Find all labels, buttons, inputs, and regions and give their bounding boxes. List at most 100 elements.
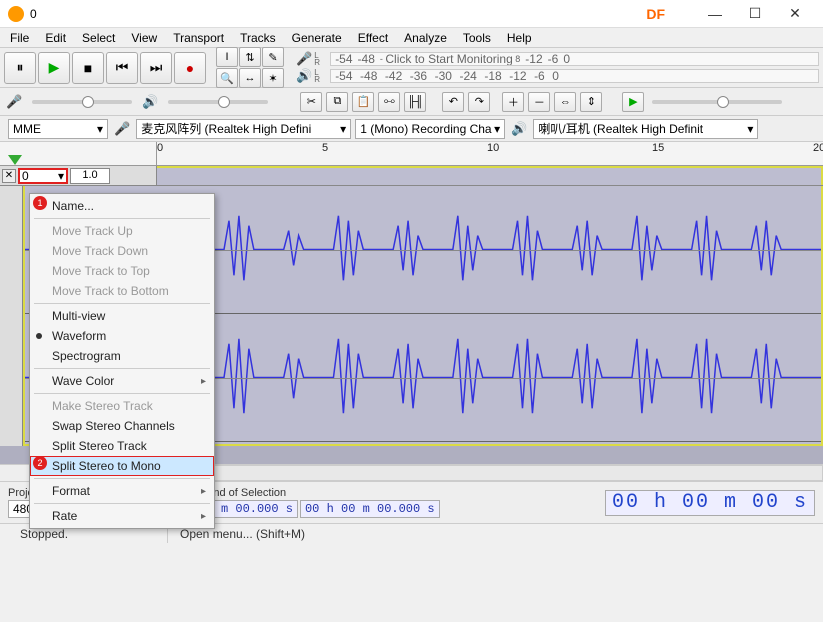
undo-button[interactable]: ↶ (442, 92, 464, 112)
track-control-panel[interactable]: ✕ 0▾ 1.0 (0, 166, 157, 185)
zoom-in-button[interactable]: ＋ (502, 92, 524, 112)
device-toolbar: MME▾ 🎤 麦克风阵列 (Realtek High Defini▾ 1 (Mo… (0, 116, 823, 142)
audio-position-display[interactable]: 00 h 00 m 00 s (605, 490, 815, 516)
menu-item-swap-stereo-channels[interactable]: Swap Stereo Channels (30, 416, 214, 436)
annotation-badge-1: 1 (33, 196, 47, 210)
pause-button[interactable]: ⏸ (4, 52, 36, 84)
menu-item-spectrogram[interactable]: Spectrogram (30, 346, 214, 366)
menu-item-label: Swap Stereo Channels (52, 419, 175, 433)
check-icon (36, 333, 42, 339)
paste-button[interactable]: 📋 (352, 92, 374, 112)
menu-item-label: Move Track Up (52, 224, 133, 238)
playback-device-select[interactable]: 喇叭/耳机 (Realtek High Definit▾ (533, 119, 758, 139)
minimize-button[interactable]: — (695, 0, 735, 28)
record-button[interactable]: ● (174, 52, 206, 84)
play-meter-lr: LR (314, 69, 326, 83)
menu-item-waveform[interactable]: Waveform (30, 326, 214, 346)
zoom-fit-button[interactable]: ⇔ (554, 92, 576, 112)
audio-host-select[interactable]: MME▾ (8, 119, 108, 139)
menu-separator (34, 368, 210, 369)
ruler-tick: 10 (487, 142, 499, 154)
envelope-tool[interactable]: ⇅ (239, 47, 261, 67)
time-ruler[interactable]: 0 5 10 15 20 (0, 142, 823, 166)
draw-tool[interactable]: ✎ (262, 47, 284, 67)
menu-edit[interactable]: Edit (39, 29, 72, 47)
transport-toolbar: ⏸ ▶ ■ ⏮ ⏭ ● I ⇅ ✎ 🔍 ↔ ✶ 🎤 LR -54 -48 - C… (0, 48, 823, 88)
zoom-out-button[interactable]: － (528, 92, 550, 112)
menu-item-label: Split Stereo to Mono (52, 459, 161, 473)
menu-item-move-track-to-bottom: Move Track to Bottom (30, 281, 214, 301)
menu-item-make-stereo-track: Make Stereo Track (30, 396, 214, 416)
menu-effect[interactable]: Effect (352, 29, 394, 47)
menu-separator (34, 303, 210, 304)
spk-meter-icon[interactable]: 🔊 (294, 68, 314, 84)
menu-item-label: Make Stereo Track (52, 399, 153, 413)
menu-view[interactable]: View (125, 29, 163, 47)
menu-analyze[interactable]: Analyze (398, 29, 453, 47)
menu-item-label: Split Stereo Track (52, 439, 147, 453)
skip-end-button[interactable]: ⏭ (140, 52, 172, 84)
recording-meter[interactable]: -54 -48 - Click to Start Monitoring 8 -1… (330, 52, 819, 66)
menu-item-label: Move Track to Top (52, 264, 150, 278)
ruler-tick: 5 (322, 142, 328, 154)
status-hint: Open menu... (Shift+M) (168, 524, 815, 543)
menu-tools[interactable]: Tools (457, 29, 497, 47)
track-dropdown[interactable]: 0▾ (18, 168, 68, 184)
ruler-head (0, 142, 157, 165)
playback-meter[interactable]: -54 -48 -42 -36 -30 -24 -18 -12 -6 0 (330, 69, 819, 83)
recording-volume-slider[interactable] (32, 100, 132, 104)
menu-file[interactable]: File (4, 29, 35, 47)
toolbar-area: ⏸ ▶ ■ ⏮ ⏭ ● I ⇅ ✎ 🔍 ↔ ✶ 🎤 LR -54 -48 - C… (0, 48, 823, 142)
menu-item-label: Move Track Down (52, 244, 148, 258)
menu-generate[interactable]: Generate (286, 29, 348, 47)
track-side-controls[interactable] (0, 186, 23, 446)
copy-button[interactable]: ⧉ (326, 92, 348, 112)
menu-item-split-stereo-track[interactable]: Split Stereo Track (30, 436, 214, 456)
menu-item-multi-view[interactable]: Multi-view (30, 306, 214, 326)
menu-select[interactable]: Select (76, 29, 121, 47)
menu-item-wave-color[interactable]: Wave Color (30, 371, 214, 391)
menu-transport[interactable]: Transport (167, 29, 230, 47)
play-button[interactable]: ▶ (38, 52, 70, 84)
recording-device-select[interactable]: 麦克风阵列 (Realtek High Defini▾ (136, 119, 351, 139)
mic-meter-icon[interactable]: 🎤 (294, 51, 314, 67)
menu-item-label: Format (52, 484, 90, 498)
menu-item-rate[interactable]: Rate (30, 506, 214, 526)
menu-help[interactable]: Help (501, 29, 538, 47)
ruler-tick: 0 (157, 142, 163, 154)
playback-volume-slider[interactable] (168, 100, 268, 104)
silence-button[interactable]: ╟╢ (404, 92, 426, 112)
play-at-speed-button[interactable]: ▶ (622, 92, 644, 112)
recording-channels-select[interactable]: 1 (Mono) Recording Cha▾ (355, 119, 505, 139)
zoom-tool[interactable]: 🔍 (216, 68, 238, 88)
track-close-button[interactable]: ✕ (2, 169, 16, 183)
menu-item-label: Multi-view (52, 309, 105, 323)
selection-end-field[interactable]: 00 h 00 m 00.000 s (300, 500, 440, 518)
menu-item-name-[interactable]: Name... (30, 196, 214, 216)
skip-start-button[interactable]: ⏮ (106, 52, 138, 84)
window-title: 0 (30, 7, 646, 21)
menu-tracks[interactable]: Tracks (234, 29, 282, 47)
tools-grid: I ⇅ ✎ 🔍 ↔ ✶ (216, 47, 284, 88)
menu-item-format[interactable]: Format (30, 481, 214, 501)
maximize-button[interactable]: ☐ (735, 0, 775, 28)
ruler-tick: 20 (813, 142, 823, 154)
mic-device-icon: 🎤 (112, 121, 132, 137)
zoom-toggle-button[interactable]: ⇕ (580, 92, 602, 112)
trim-button[interactable]: ⧟ (378, 92, 400, 112)
menu-item-move-track-down: Move Track Down (30, 241, 214, 261)
cut-button[interactable]: ✂ (300, 92, 322, 112)
multi-tool[interactable]: ✶ (262, 68, 284, 88)
playhead-marker-icon[interactable] (8, 155, 22, 165)
title-bar: 0 DF — ☐ ✕ (0, 0, 823, 28)
stop-button[interactable]: ■ (72, 52, 104, 84)
timeshift-tool[interactable]: ↔ (239, 68, 261, 88)
track-context-menu: Name... Move Track Up Move Track Down Move … (29, 193, 215, 529)
mic-vol-icon: 🎤 (4, 94, 24, 110)
redo-button[interactable]: ↷ (468, 92, 490, 112)
menu-item-split-stereo-to-mono[interactable]: Split Stereo to Mono (30, 456, 214, 476)
selection-tool[interactable]: I (216, 47, 238, 67)
mixer-toolbar: 🎤 🔊 ✂ ⧉ 📋 ⧟ ╟╢ ↶ ↷ ＋ － ⇔ ⇕ ▶ (0, 88, 823, 116)
close-button[interactable]: ✕ (775, 0, 815, 28)
playback-speed-slider[interactable] (652, 100, 782, 104)
